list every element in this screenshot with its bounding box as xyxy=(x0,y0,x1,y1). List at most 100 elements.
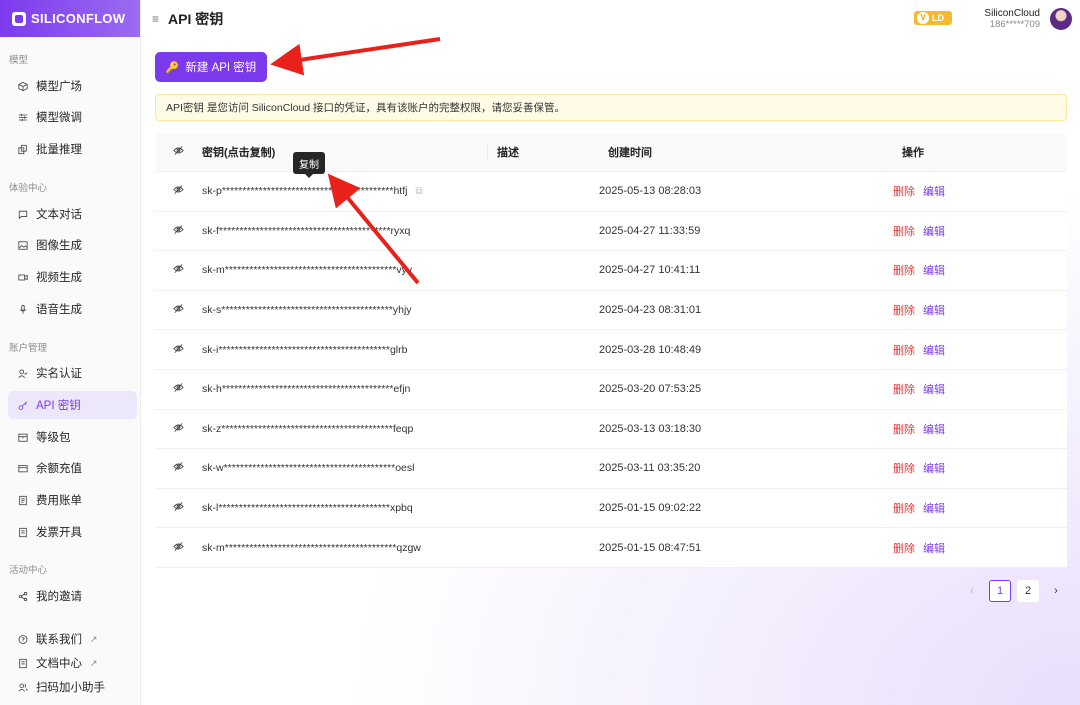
api-key-value[interactable]: sk-h************************************… xyxy=(202,383,488,395)
page-button-2[interactable]: 2 xyxy=(1017,580,1039,602)
visibility-toggle[interactable] xyxy=(155,501,202,515)
delete-button[interactable]: 删除 xyxy=(893,463,915,475)
table-row: sk-l************************************… xyxy=(155,488,1067,529)
api-key-value[interactable]: sk-i************************************… xyxy=(202,344,488,356)
visibility-toggle[interactable] xyxy=(155,224,202,238)
visibility-toggle[interactable] xyxy=(155,303,202,317)
sidebar-item-label: 联系我们 xyxy=(36,634,82,646)
api-key-created: 2025-03-20 07:53:25 xyxy=(599,383,702,396)
visibility-toggle[interactable] xyxy=(155,263,202,277)
sidebar-item-label: 发票开具 xyxy=(36,527,82,539)
table-header: 密钥(点击复制) 描述 创建时间 操作 xyxy=(155,133,1067,172)
row-actions: 删除 编辑 xyxy=(893,421,1067,437)
sidebar-item-voice-gen[interactable]: 语音生成 xyxy=(8,295,137,323)
api-key-value[interactable]: sk-m************************************… xyxy=(202,264,488,276)
delete-button[interactable]: 删除 xyxy=(893,543,915,555)
page-button-1[interactable]: 1 xyxy=(989,580,1011,602)
user-check-icon xyxy=(18,368,28,378)
sidebar-item-model-plaza[interactable]: 模型广场 xyxy=(8,72,137,100)
new-api-key-button[interactable]: 🔑 新建 API 密钥 xyxy=(155,52,267,82)
eye-off-icon xyxy=(173,501,184,515)
copy-icon[interactable]: ⧉ xyxy=(415,186,422,197)
visibility-toggle[interactable] xyxy=(155,382,202,396)
share-icon xyxy=(18,591,28,601)
api-key-value[interactable]: sk-p************************************… xyxy=(202,185,488,197)
menu-collapse-icon[interactable]: ≡ xyxy=(152,12,159,26)
sidebar-item-image-gen[interactable]: 图像生成 xyxy=(8,231,137,259)
edit-button[interactable]: 编辑 xyxy=(923,226,945,238)
edit-button[interactable]: 编辑 xyxy=(923,305,945,317)
users-icon xyxy=(18,682,28,692)
prev-page-button[interactable]: ‹ xyxy=(961,580,983,602)
delete-button[interactable]: 删除 xyxy=(893,503,915,515)
sidebar-item-batch-inference[interactable]: 批量推理 xyxy=(8,135,137,163)
edit-button[interactable]: 编辑 xyxy=(923,503,945,515)
visibility-toggle[interactable] xyxy=(155,184,202,198)
table-row: sk-m************************************… xyxy=(155,528,1067,568)
sidebar-item-label: 扫码加小助手 xyxy=(36,682,105,694)
sidebar: SILICONFLOW 模型 模型广场 模型微调 批量推理 体验中心 文本对话 … xyxy=(0,0,141,705)
sliders-icon xyxy=(18,112,28,122)
pagination: ‹ 1 2 › xyxy=(961,580,1067,602)
sidebar-item-scan-assistant[interactable]: 扫码加小助手 xyxy=(8,675,137,699)
edit-button[interactable]: 编辑 xyxy=(923,186,945,198)
visibility-toggle[interactable] xyxy=(155,541,202,555)
user-info[interactable]: SiliconCloud 186*****709 xyxy=(984,8,1040,30)
sidebar-item-label: 批量推理 xyxy=(36,144,82,156)
delete-button[interactable]: 删除 xyxy=(893,265,915,277)
sidebar-item-balance[interactable]: 余额充值 xyxy=(8,454,137,482)
table-row: sk-w************************************… xyxy=(155,449,1067,489)
sidebar-item-docs[interactable]: 文档中心 ↗ xyxy=(8,651,137,675)
api-key-value[interactable]: sk-f************************************… xyxy=(202,225,488,237)
image-icon xyxy=(18,240,28,250)
api-key-text: sk-h************************************… xyxy=(202,383,411,396)
sidebar-item-contact[interactable]: 联系我们 ↗ xyxy=(8,627,137,651)
sidebar-item-real-name[interactable]: 实名认证 xyxy=(8,359,137,387)
delete-button[interactable]: 删除 xyxy=(893,186,915,198)
api-key-value[interactable]: sk-w************************************… xyxy=(202,462,488,474)
key-icon: 🔑 xyxy=(165,61,180,74)
visibility-toggle-all[interactable] xyxy=(155,145,202,159)
visibility-toggle[interactable] xyxy=(155,422,202,436)
sidebar-item-my-invite[interactable]: 我的邀请 xyxy=(8,582,137,610)
visibility-toggle[interactable] xyxy=(155,461,202,475)
sidebar-item-level-pack[interactable]: 等级包 xyxy=(8,423,137,451)
sidebar-item-label: 视频生成 xyxy=(36,272,82,284)
edit-button[interactable]: 编辑 xyxy=(923,424,945,436)
edit-button[interactable]: 编辑 xyxy=(923,265,945,277)
header-created: 创建时间 xyxy=(608,147,652,159)
api-key-value[interactable]: sk-m************************************… xyxy=(202,542,488,554)
package-icon xyxy=(18,432,28,442)
brand-logo[interactable]: SILICONFLOW xyxy=(0,0,140,37)
level-badge[interactable]: V LD xyxy=(914,11,952,25)
api-key-created: 2025-03-28 10:48:49 xyxy=(599,343,702,356)
row-actions: 删除 编辑 xyxy=(893,540,1067,556)
delete-button[interactable]: 删除 xyxy=(893,305,915,317)
edit-button[interactable]: 编辑 xyxy=(923,345,945,357)
delete-button[interactable]: 删除 xyxy=(893,226,915,238)
api-key-created: 2025-04-23 08:31:01 xyxy=(599,304,702,317)
sidebar-item-invoice[interactable]: 发票开具 xyxy=(8,518,137,546)
receipt-icon xyxy=(18,495,28,505)
sidebar-item-api-key[interactable]: API 密钥 xyxy=(8,391,137,419)
api-key-value[interactable]: sk-z************************************… xyxy=(202,423,488,435)
eye-off-icon xyxy=(173,461,184,475)
edit-button[interactable]: 编辑 xyxy=(923,384,945,396)
delete-button[interactable]: 删除 xyxy=(893,384,915,396)
edit-button[interactable]: 编辑 xyxy=(923,543,945,555)
sidebar-item-billing[interactable]: 费用账单 xyxy=(8,486,137,514)
api-key-value[interactable]: sk-s************************************… xyxy=(202,304,488,316)
delete-button[interactable]: 删除 xyxy=(893,345,915,357)
document-icon xyxy=(18,658,28,668)
eye-off-icon xyxy=(173,343,184,357)
avatar[interactable] xyxy=(1050,8,1072,30)
sidebar-item-text-chat[interactable]: 文本对话 xyxy=(8,200,137,228)
sidebar-item-video-gen[interactable]: 视频生成 xyxy=(8,263,137,291)
edit-button[interactable]: 编辑 xyxy=(923,463,945,475)
visibility-toggle[interactable] xyxy=(155,343,202,357)
api-key-value[interactable]: sk-l************************************… xyxy=(202,502,488,514)
delete-button[interactable]: 删除 xyxy=(893,424,915,436)
next-page-button[interactable]: › xyxy=(1045,580,1067,602)
sidebar-item-model-finetune[interactable]: 模型微调 xyxy=(8,103,137,131)
copy-stack-icon xyxy=(18,144,28,154)
